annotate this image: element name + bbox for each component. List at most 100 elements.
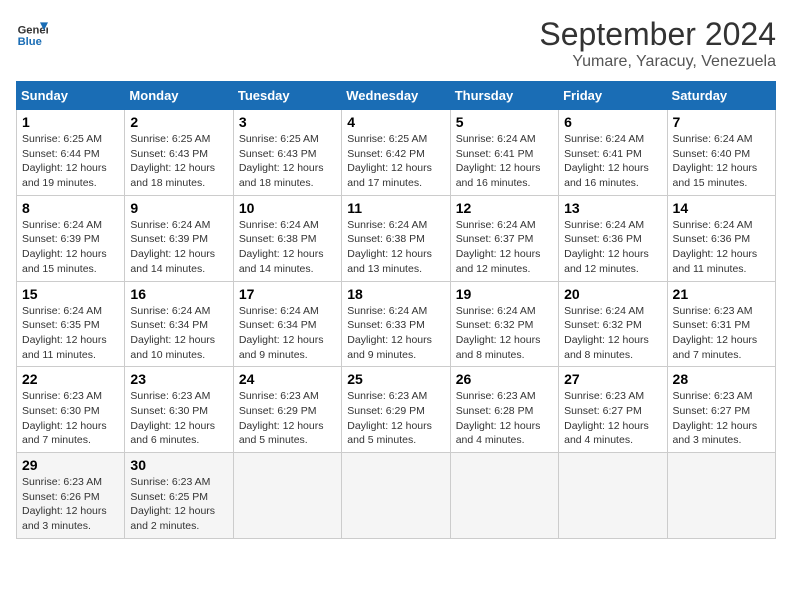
calendar-cell: 4 Sunrise: 6:25 AM Sunset: 6:42 PM Dayli… [342,110,450,196]
day-number: 17 [239,286,336,302]
sunrise-label: Sunrise: 6:24 AM [130,305,210,317]
daylight-label: Daylight: 12 hours and 16 minutes. [456,162,541,189]
sunrise-label: Sunrise: 6:24 AM [239,305,319,317]
calendar-cell: 11 Sunrise: 6:24 AM Sunset: 6:38 PM Dayl… [342,195,450,281]
sunrise-label: Sunrise: 6:23 AM [456,390,536,402]
daylight-label: Daylight: 12 hours and 4 minutes. [564,420,649,447]
day-number: 23 [130,371,227,387]
day-number: 15 [22,286,119,302]
calendar-cell: 8 Sunrise: 6:24 AM Sunset: 6:39 PM Dayli… [17,195,125,281]
calendar-cell: 12 Sunrise: 6:24 AM Sunset: 6:37 PM Dayl… [450,195,558,281]
calendar-cell: 25 Sunrise: 6:23 AM Sunset: 6:29 PM Dayl… [342,367,450,453]
day-info: Sunrise: 6:24 AM Sunset: 6:39 PM Dayligh… [130,218,227,277]
day-info: Sunrise: 6:23 AM Sunset: 6:31 PM Dayligh… [673,304,770,363]
sunset-label: Sunset: 6:29 PM [347,405,425,417]
calendar-week-row: 22 Sunrise: 6:23 AM Sunset: 6:30 PM Dayl… [17,367,776,453]
location-subtitle: Yumare, Yaracuy, Venezuela [539,53,776,71]
daylight-label: Daylight: 12 hours and 9 minutes. [347,334,432,361]
sunrise-label: Sunrise: 6:23 AM [130,390,210,402]
daylight-label: Daylight: 12 hours and 11 minutes. [673,248,758,275]
day-info: Sunrise: 6:23 AM Sunset: 6:27 PM Dayligh… [564,389,661,448]
sunrise-label: Sunrise: 6:23 AM [347,390,427,402]
day-number: 21 [673,286,770,302]
sunset-label: Sunset: 6:44 PM [22,148,100,160]
sunrise-label: Sunrise: 6:25 AM [239,133,319,145]
day-number: 8 [22,200,119,216]
calendar-cell: 21 Sunrise: 6:23 AM Sunset: 6:31 PM Dayl… [667,281,775,367]
sunset-label: Sunset: 6:43 PM [239,148,317,160]
day-info: Sunrise: 6:23 AM Sunset: 6:30 PM Dayligh… [22,389,119,448]
sunrise-label: Sunrise: 6:24 AM [22,219,102,231]
daylight-label: Daylight: 12 hours and 16 minutes. [564,162,649,189]
sunset-label: Sunset: 6:25 PM [130,491,208,503]
sunrise-label: Sunrise: 6:24 AM [564,133,644,145]
day-info: Sunrise: 6:24 AM Sunset: 6:34 PM Dayligh… [239,304,336,363]
calendar-week-row: 15 Sunrise: 6:24 AM Sunset: 6:35 PM Dayl… [17,281,776,367]
daylight-label: Daylight: 12 hours and 8 minutes. [456,334,541,361]
daylight-label: Daylight: 12 hours and 12 minutes. [456,248,541,275]
day-number: 13 [564,200,661,216]
day-number: 26 [456,371,553,387]
sunset-label: Sunset: 6:32 PM [564,319,642,331]
daylight-label: Daylight: 12 hours and 11 minutes. [22,334,107,361]
header-wednesday: Wednesday [342,82,450,110]
calendar-cell: 10 Sunrise: 6:24 AM Sunset: 6:38 PM Dayl… [233,195,341,281]
sunrise-label: Sunrise: 6:24 AM [347,219,427,231]
calendar-cell: 24 Sunrise: 6:23 AM Sunset: 6:29 PM Dayl… [233,367,341,453]
sunrise-label: Sunrise: 6:24 AM [456,133,536,145]
sunrise-label: Sunrise: 6:24 AM [130,219,210,231]
sunrise-label: Sunrise: 6:23 AM [130,476,210,488]
daylight-label: Daylight: 12 hours and 15 minutes. [673,162,758,189]
daylight-label: Daylight: 12 hours and 15 minutes. [22,248,107,275]
calendar-cell: 7 Sunrise: 6:24 AM Sunset: 6:40 PM Dayli… [667,110,775,196]
day-info: Sunrise: 6:24 AM Sunset: 6:41 PM Dayligh… [564,132,661,191]
day-number: 22 [22,371,119,387]
day-info: Sunrise: 6:23 AM Sunset: 6:29 PM Dayligh… [239,389,336,448]
daylight-label: Daylight: 12 hours and 19 minutes. [22,162,107,189]
sunset-label: Sunset: 6:35 PM [22,319,100,331]
calendar-cell: 26 Sunrise: 6:23 AM Sunset: 6:28 PM Dayl… [450,367,558,453]
sunset-label: Sunset: 6:34 PM [130,319,208,331]
day-number: 28 [673,371,770,387]
daylight-label: Daylight: 12 hours and 6 minutes. [130,420,215,447]
calendar-table: Sunday Monday Tuesday Wednesday Thursday… [16,81,776,539]
sunset-label: Sunset: 6:39 PM [22,233,100,245]
sunset-label: Sunset: 6:27 PM [673,405,751,417]
daylight-label: Daylight: 12 hours and 14 minutes. [239,248,324,275]
calendar-cell: 22 Sunrise: 6:23 AM Sunset: 6:30 PM Dayl… [17,367,125,453]
calendar-cell: 29 Sunrise: 6:23 AM Sunset: 6:26 PM Dayl… [17,453,125,539]
day-number: 2 [130,114,227,130]
calendar-cell: 5 Sunrise: 6:24 AM Sunset: 6:41 PM Dayli… [450,110,558,196]
sunrise-label: Sunrise: 6:25 AM [130,133,210,145]
daylight-label: Daylight: 12 hours and 14 minutes. [130,248,215,275]
day-info: Sunrise: 6:24 AM Sunset: 6:41 PM Dayligh… [456,132,553,191]
day-info: Sunrise: 6:24 AM Sunset: 6:33 PM Dayligh… [347,304,444,363]
day-number: 9 [130,200,227,216]
sunset-label: Sunset: 6:37 PM [456,233,534,245]
sunset-label: Sunset: 6:36 PM [673,233,751,245]
calendar-cell: 28 Sunrise: 6:23 AM Sunset: 6:27 PM Dayl… [667,367,775,453]
calendar-week-row: 1 Sunrise: 6:25 AM Sunset: 6:44 PM Dayli… [17,110,776,196]
sunrise-label: Sunrise: 6:25 AM [347,133,427,145]
sunrise-label: Sunrise: 6:24 AM [347,305,427,317]
logo: General Blue [16,16,48,48]
day-number: 3 [239,114,336,130]
sunset-label: Sunset: 6:41 PM [564,148,642,160]
day-number: 1 [22,114,119,130]
daylight-label: Daylight: 12 hours and 9 minutes. [239,334,324,361]
day-info: Sunrise: 6:25 AM Sunset: 6:44 PM Dayligh… [22,132,119,191]
calendar-cell [667,453,775,539]
daylight-label: Daylight: 12 hours and 2 minutes. [130,505,215,532]
daylight-label: Daylight: 12 hours and 10 minutes. [130,334,215,361]
sunset-label: Sunset: 6:39 PM [130,233,208,245]
day-number: 27 [564,371,661,387]
calendar-cell: 17 Sunrise: 6:24 AM Sunset: 6:34 PM Dayl… [233,281,341,367]
daylight-label: Daylight: 12 hours and 4 minutes. [456,420,541,447]
calendar-cell: 30 Sunrise: 6:23 AM Sunset: 6:25 PM Dayl… [125,453,233,539]
calendar-cell [559,453,667,539]
sunset-label: Sunset: 6:26 PM [22,491,100,503]
day-info: Sunrise: 6:24 AM Sunset: 6:34 PM Dayligh… [130,304,227,363]
daylight-label: Daylight: 12 hours and 12 minutes. [564,248,649,275]
day-number: 19 [456,286,553,302]
day-info: Sunrise: 6:24 AM Sunset: 6:32 PM Dayligh… [456,304,553,363]
